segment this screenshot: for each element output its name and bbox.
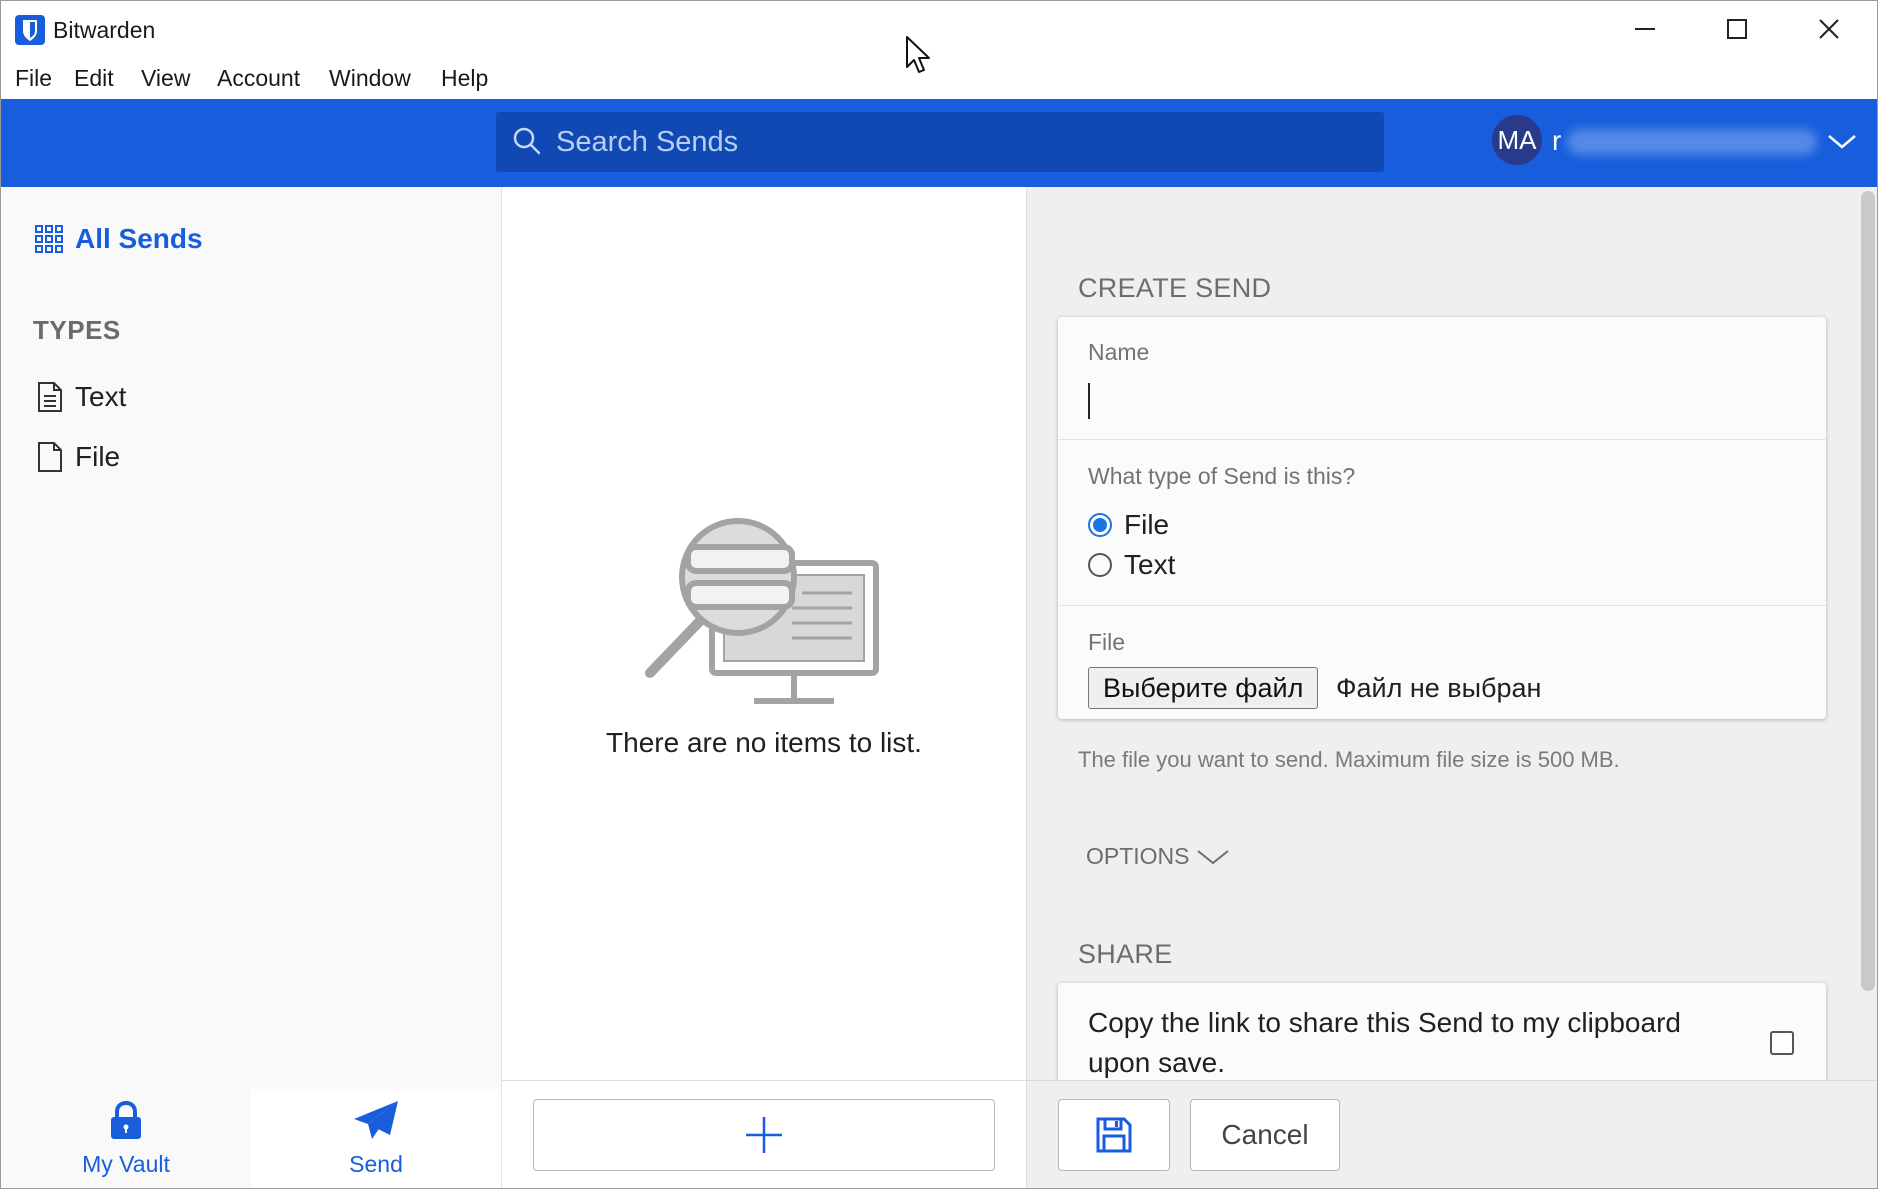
share-option-text: Copy the link to share this Send to my c… [1088,1007,1681,1078]
title-bar: Bitwarden [1,1,1877,57]
choose-file-button[interactable]: Выберите файл [1088,667,1319,709]
all-sends-label: All Sends [75,223,203,254]
nav-label: My Vault [82,1151,170,1177]
bitwarden-logo-icon [15,15,45,45]
chevron-down-icon[interactable] [1827,133,1857,151]
no-items-illustration-icon [645,518,879,704]
radio-text[interactable] [1088,553,1112,577]
menu-help[interactable]: Help [441,65,488,92]
details-scrollbar[interactable] [1861,191,1875,991]
close-icon [1819,19,1839,39]
minimize-button[interactable] [1601,1,1689,57]
plus-icon [746,1117,782,1153]
type-option-text[interactable]: Text [1088,549,1175,581]
add-send-button[interactable] [533,1099,995,1171]
sidebar-item-label: Text [75,381,127,412]
account-name[interactable]: r [1552,125,1561,157]
window-title: Bitwarden [53,17,156,43]
create-send-title: CREATE SEND [1078,273,1272,303]
text-file-icon [38,382,62,412]
close-button[interactable] [1785,1,1873,57]
types-heading: TYPES [33,315,121,345]
paper-plane-icon [354,1101,398,1139]
list-footer [502,1080,1026,1188]
nav-send[interactable]: Send [251,1089,501,1188]
nav-label: Send [349,1151,403,1177]
sidebar-item-file[interactable]: File [37,441,120,473]
text-caret [1088,383,1090,419]
radio-label: Text [1124,549,1176,580]
menu-account[interactable]: Account [217,65,300,92]
radio-label: File [1124,509,1170,540]
file-status: Файл не выбран [1336,673,1542,703]
send-type-question: What type of Send is this? [1088,463,1356,489]
options-label: OPTIONS [1086,843,1190,869]
name-label: Name [1088,339,1150,365]
file-icon [38,442,62,472]
save-icon [1096,1117,1132,1153]
menu-bar: File Edit View Account Window Help [1,57,1877,99]
account-email-redacted [1567,129,1817,155]
search-box[interactable] [496,112,1384,172]
bottom-nav: My Vault Send [1,1089,501,1188]
maximize-button[interactable] [1693,1,1781,57]
lock-icon [111,1100,141,1139]
divider [1058,439,1826,440]
cancel-button[interactable]: Cancel [1190,1099,1340,1171]
sidebar-item-text[interactable]: Text [37,381,126,413]
file-label: File [1088,629,1126,655]
name-input[interactable] [1088,379,1788,419]
send-list-pane: There are no items to list. [502,187,1027,1188]
share-checkbox[interactable] [1770,1031,1794,1055]
empty-list-message: There are no items to list. [606,727,922,758]
options-toggle[interactable]: OPTIONS [1086,843,1230,870]
maximize-icon [1727,19,1747,39]
send-details-pane: CREATE SEND Name What type of Send is th… [1027,187,1877,1188]
file-field: File Выберите файл Файл не выбран [1058,605,1826,719]
menu-view[interactable]: View [141,65,190,92]
menu-edit[interactable]: Edit [74,65,114,92]
radio-file[interactable] [1088,513,1112,537]
menu-file[interactable]: File [15,65,52,92]
share-title: SHARE [1078,939,1173,969]
nav-my-vault[interactable]: My Vault [1,1089,251,1188]
chevron-down-icon [1196,849,1229,864]
create-send-card: Name What type of Send is this? File Tex… [1058,317,1826,719]
top-header: MA r [1,99,1877,187]
mouse-cursor-icon [906,36,930,73]
menu-window[interactable]: Window [329,65,411,92]
file-hint: The file you want to send. Maximum file … [1078,747,1620,772]
all-sends-filter[interactable]: All Sends [35,223,203,255]
minimize-icon [1635,28,1655,30]
search-input[interactable] [556,112,1356,172]
grid-icon [35,225,63,253]
app-window: Bitwarden File Edit View Account Window … [0,0,1878,1189]
type-option-file[interactable]: File [1088,509,1169,541]
details-footer: Cancel [1027,1080,1877,1188]
sidebar-item-label: File [75,441,121,472]
search-icon [513,127,541,155]
save-button[interactable] [1058,1099,1170,1171]
avatar[interactable]: MA [1492,115,1542,165]
sidebar: All Sends TYPES Text File My Vault Send [1,187,502,1188]
